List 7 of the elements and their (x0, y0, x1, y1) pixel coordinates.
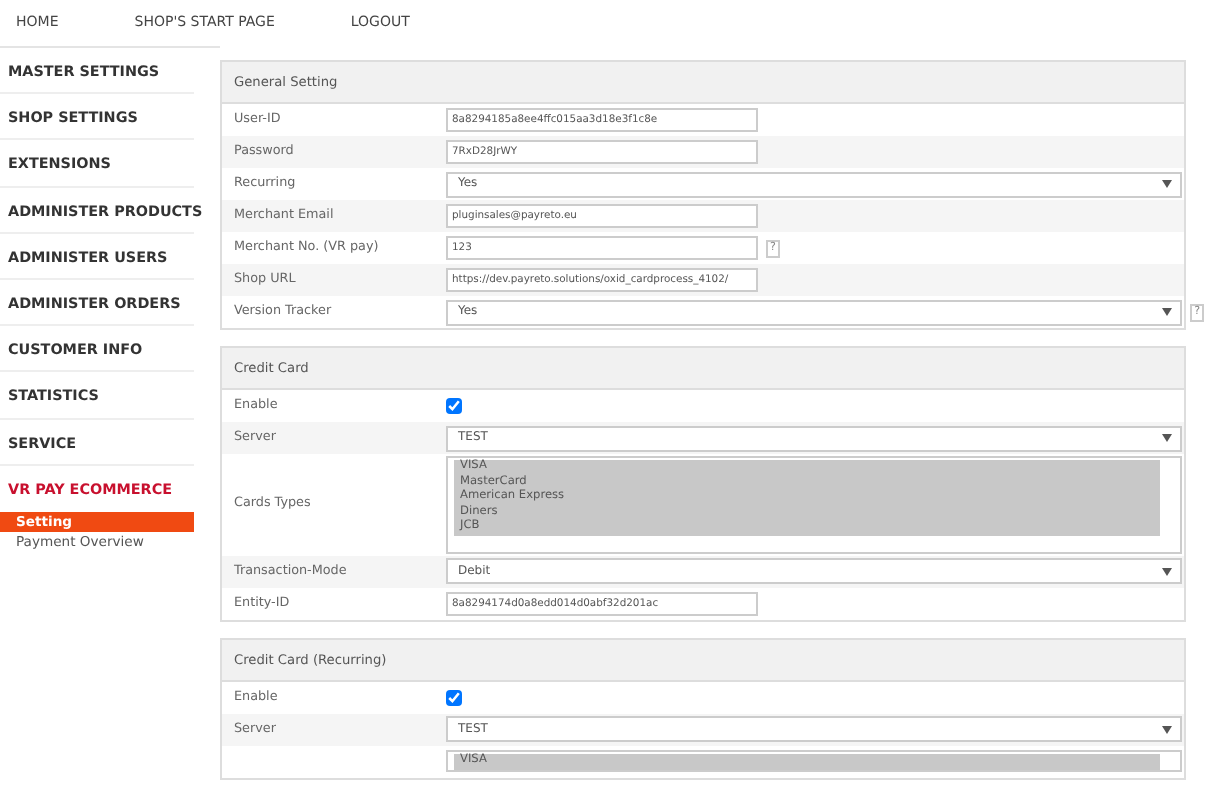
dropdown-arrow-icon (1162, 725, 1172, 733)
checkbox[interactable] (446, 398, 462, 414)
dropdown-arrow-icon (1162, 434, 1172, 442)
checkbox[interactable] (446, 689, 462, 705)
dropdown-arrow-icon (1162, 180, 1172, 188)
dropdown-arrow-icon (1162, 567, 1172, 575)
dropdown-arrow-icon (1162, 308, 1172, 316)
